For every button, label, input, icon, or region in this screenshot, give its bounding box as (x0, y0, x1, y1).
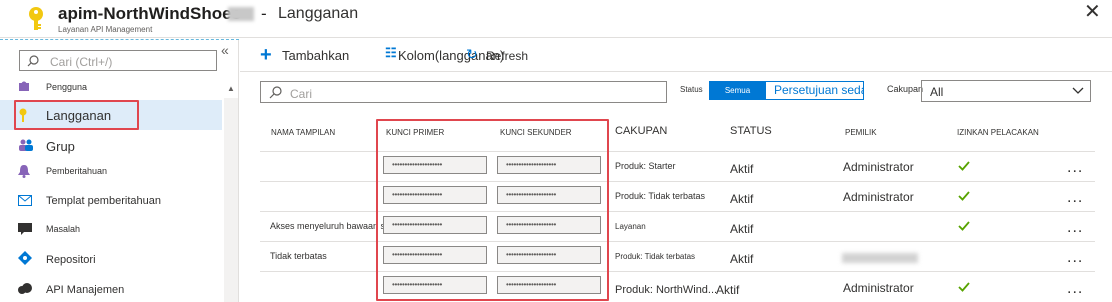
scope-filter-label: Cakupan (887, 84, 924, 94)
sidebar-item-grup[interactable]: Grup (0, 134, 222, 158)
resource-name: apim-NorthWindShoes (58, 4, 242, 23)
key-icon (29, 7, 43, 30)
status-cell: Aktif (730, 162, 754, 176)
sidebar-item-label: Templat pemberitahuan (46, 195, 161, 207)
sidebar-item-masalah[interactable]: Masalah (0, 216, 222, 242)
col-header-name: NAMA TAMPILAN (271, 128, 336, 137)
mail-icon (18, 195, 32, 206)
sidebar-scrollbar[interactable] (224, 98, 238, 302)
status-filter-pending[interactable]: Persetujuan sedang diproses (766, 81, 864, 100)
col-header-owner: PEMILIK (845, 128, 877, 137)
scope-cell: Layanan (615, 222, 646, 231)
highlight-langganan (14, 100, 139, 130)
sidebar-search-placeholder: Cari (Ctrl+/) (50, 55, 113, 69)
sidebar-divider (0, 39, 239, 40)
sidebar-item-templat-pemberitahuan[interactable]: Templat pemberitahuan (0, 188, 222, 214)
more-actions-button[interactable]: ... (1067, 190, 1083, 206)
scope-cell: Produk: Starter (615, 161, 676, 171)
chat-icon (18, 223, 32, 235)
search-icon (269, 86, 282, 99)
owner-cell: Administrator (843, 281, 914, 295)
sidebar-item-label: Pemberitahuan (46, 166, 108, 176)
highlight-key-columns (376, 119, 609, 301)
repository-icon (18, 251, 32, 265)
check-icon (958, 221, 970, 231)
search-input[interactable]: Cari (260, 81, 667, 103)
title-separator: - (261, 4, 267, 23)
chevron-down-icon (1072, 87, 1084, 94)
scope-cell: Produk: Tidak terbatas (615, 191, 706, 201)
collapse-sidebar-icon[interactable]: « (221, 42, 229, 58)
check-icon (958, 191, 970, 201)
refresh-button[interactable]: Refresh (486, 49, 528, 63)
sidebar-item-pengguna[interactable]: Pengguna (0, 76, 222, 98)
cloud-icon (18, 283, 32, 294)
status-filter-all[interactable]: Semua (709, 81, 766, 100)
group-icon (19, 139, 33, 151)
add-button[interactable]: Tambahkan (282, 48, 349, 63)
page-title: Langganan (278, 5, 359, 22)
redacted-text (228, 7, 254, 21)
scope-cell: Produk: Tidak terbatas (615, 252, 696, 261)
sidebar-item-label: Pengguna (46, 82, 88, 92)
search-placeholder: Cari (290, 87, 313, 101)
more-actions-button[interactable]: ... (1067, 160, 1083, 176)
page-header: apim-NorthWindShoes - Langganan Layanan … (0, 0, 1112, 38)
sidebar-item-label: Grup (46, 139, 75, 154)
columns-icon[interactable]: ☷ (385, 45, 397, 61)
refresh-icon[interactable]: ↻ (466, 46, 478, 63)
sidebar-item-label: Masalah (46, 224, 81, 234)
redacted-owner (842, 253, 918, 263)
col-header-status: STATUS (730, 125, 772, 137)
status-cell: Aktif (730, 192, 754, 206)
more-actions-button[interactable]: ... (1067, 250, 1083, 266)
scroll-up-icon[interactable]: ▲ (227, 84, 235, 93)
sidebar-item-label: Repositori (46, 254, 96, 266)
more-actions-button[interactable]: ... (1067, 220, 1083, 236)
toolbar-divider (240, 71, 1112, 72)
resource-type: Layanan API Management (58, 25, 153, 34)
owner-cell: Administrator (843, 190, 914, 204)
add-icon[interactable]: + (260, 45, 272, 65)
search-icon (27, 55, 39, 67)
sidebar-search-input[interactable]: Cari (Ctrl+/) (19, 50, 217, 71)
status-cell: Aktif (716, 283, 740, 297)
status-filter-label: Status (680, 85, 703, 94)
check-icon (958, 282, 970, 292)
sidebar-item-api-manajemen[interactable]: API Manajemen (0, 276, 222, 302)
status-cell: Aktif (730, 222, 754, 236)
name-cell: Tidak terbatas (270, 251, 327, 261)
sidebar-item-label: API Manajemen (46, 284, 125, 296)
sidebar-item-pemberitahuan[interactable]: Pemberitahuan (0, 160, 222, 184)
sidebar-item-repositori[interactable]: Repositori (0, 246, 222, 272)
close-icon[interactable]: ✕ (1084, 2, 1101, 22)
scope-dropdown-value: All (930, 85, 944, 99)
scope-cell: Produk: NorthWind... (615, 284, 718, 296)
users-icon (19, 81, 29, 91)
check-icon (958, 161, 970, 171)
owner-cell: Administrator (843, 160, 914, 174)
col-header-tracing: IZINKAN PELACAKAN (957, 128, 1039, 137)
more-actions-button[interactable]: ... (1067, 281, 1083, 297)
scope-dropdown[interactable]: All (921, 80, 1091, 102)
status-cell: Aktif (730, 252, 754, 266)
col-header-scope: CAKUPAN (615, 125, 668, 137)
bell-icon (18, 165, 30, 178)
